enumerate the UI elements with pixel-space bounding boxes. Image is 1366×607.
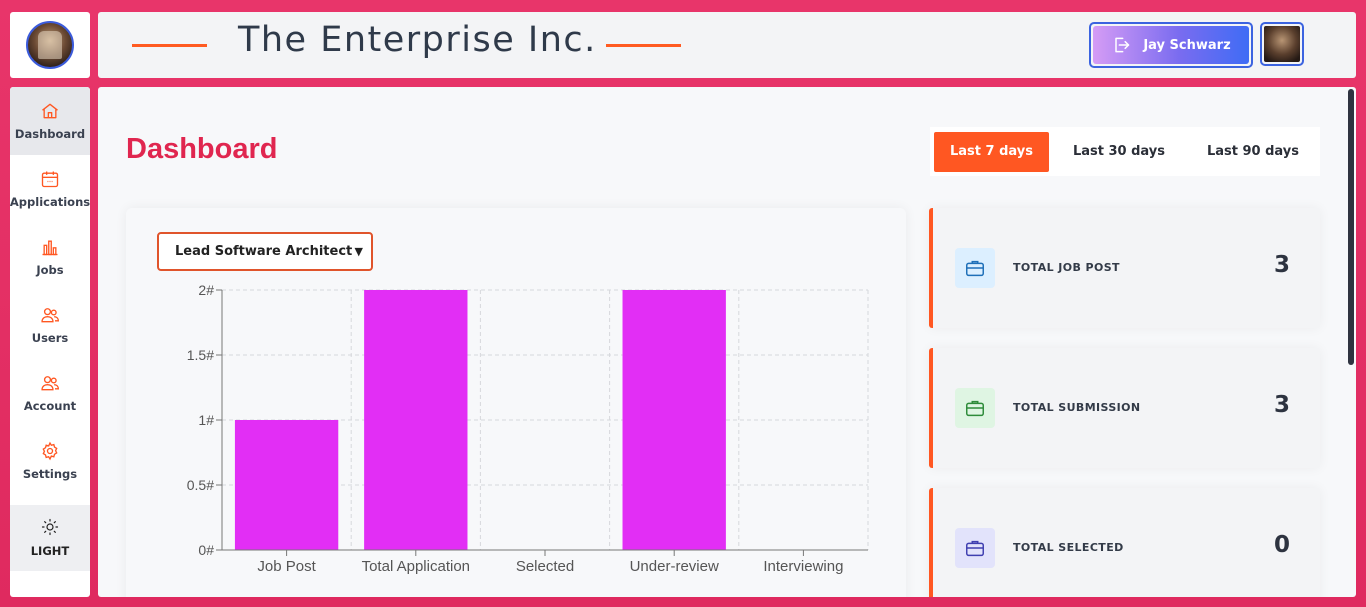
bar-chart-icon xyxy=(42,240,58,256)
stat-card-total-submission: TOTAL SUBMISSION 3 xyxy=(929,348,1320,468)
y-tick-label: 1.5# xyxy=(187,347,214,363)
tab-last-30-days[interactable]: Last 30 days xyxy=(1049,132,1189,172)
users-icon xyxy=(41,308,60,323)
x-tick-label: Job Post xyxy=(257,558,316,575)
chart-card: Lead Software Architect ▼ 0# 0.5# 1# 1.5# 2#… xyxy=(126,208,906,597)
tab-last-90-days[interactable]: Last 90 days xyxy=(1189,132,1317,172)
y-tick-label: 0# xyxy=(198,542,214,558)
title-decoration-right xyxy=(606,44,681,47)
stat-icon-box-0 xyxy=(955,248,995,288)
stat-icon-box-2 xyxy=(955,528,995,568)
date-range-tabs: Last 7 days Last 30 days Last 90 days xyxy=(930,127,1320,176)
chart-bar xyxy=(234,420,339,550)
stat-card-total-job-post: TOTAL JOB POST 3 xyxy=(929,208,1320,328)
page-title: Dashboard xyxy=(126,133,278,165)
stat-label: TOTAL JOB POST xyxy=(1013,261,1120,274)
chart-bar xyxy=(364,290,468,550)
x-tick-label: Selected xyxy=(516,558,574,575)
briefcase-icon xyxy=(966,400,984,417)
gear-icon xyxy=(42,441,58,461)
sidebar-item-label: Jobs xyxy=(36,263,64,277)
sidebar-item-label: Users xyxy=(31,331,69,345)
tab-last-7-days[interactable]: Last 7 days xyxy=(934,131,1049,172)
x-tick-label: Under-review xyxy=(630,558,719,575)
sidebar-item-label: Settings xyxy=(22,467,78,481)
bar-chart: 0# 0.5# 1# 1.5# 2# Job Post Total Application S… xyxy=(187,282,869,575)
main-content: Dashboard Last 7 days Last 30 days Last … xyxy=(98,87,1356,597)
company-avatar xyxy=(26,21,74,69)
sidebar-item-dashboard[interactable]: Dashboard xyxy=(10,87,90,155)
sidebar: Dashboard Applications Jobs Users Accoun… xyxy=(10,87,90,597)
logout-icon xyxy=(1115,37,1130,53)
y-tick-label: 0.5# xyxy=(187,477,214,493)
stat-value: 3 xyxy=(1273,252,1290,278)
sidebar-item-label: Applications xyxy=(10,195,90,209)
stat-label: TOTAL SUBMISSION xyxy=(1013,401,1141,414)
y-tick-label: 2# xyxy=(198,282,214,298)
theme-label: LIGHT xyxy=(30,544,70,558)
x-tick-label: Interviewing xyxy=(763,558,843,575)
sidebar-item-applications[interactable]: Applications xyxy=(10,155,90,223)
stat-value: 0 xyxy=(1273,532,1290,558)
briefcase-icon xyxy=(966,540,984,557)
sidebar-item-label: Account xyxy=(23,399,77,413)
chart-bar xyxy=(622,290,726,550)
sidebar-item-settings[interactable]: Settings xyxy=(10,427,90,495)
stat-value: 3 xyxy=(1273,392,1290,418)
app-header: The Enterprise Inc. Jay Schwarz xyxy=(98,12,1356,78)
theme-toggle[interactable]: LIGHT xyxy=(10,505,90,571)
stat-card-total-selected: TOTAL SELECTED 0 xyxy=(929,488,1320,597)
scrollbar[interactable] xyxy=(1348,89,1354,365)
calendar-icon xyxy=(41,171,59,188)
company-logo-box xyxy=(10,12,90,78)
users-icon xyxy=(41,376,60,391)
y-tick-label: 1# xyxy=(198,412,214,428)
user-logout-button[interactable]: Jay Schwarz xyxy=(1089,22,1253,68)
title-decoration-left xyxy=(132,44,207,47)
stat-label: TOTAL SELECTED xyxy=(1013,541,1124,554)
x-tick-label: Total Application xyxy=(362,558,470,575)
sidebar-item-label: Dashboard xyxy=(14,127,86,141)
sidebar-item-users[interactable]: Users xyxy=(10,291,90,359)
stat-icon-box-1 xyxy=(955,388,995,428)
sun-icon xyxy=(41,518,59,536)
sidebar-item-jobs[interactable]: Jobs xyxy=(10,223,90,291)
home-icon xyxy=(42,103,58,119)
app-title: The Enterprise Inc. xyxy=(238,20,597,60)
sidebar-item-account[interactable]: Account xyxy=(10,359,90,427)
user-name: Jay Schwarz xyxy=(1143,37,1231,53)
user-avatar[interactable] xyxy=(1260,22,1304,66)
briefcase-icon xyxy=(966,260,984,277)
